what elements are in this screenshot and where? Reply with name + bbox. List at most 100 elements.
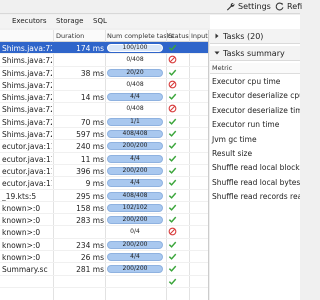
table-row[interactable]: known>:0 158 ms 102/102 <box>0 202 208 215</box>
table-row[interactable]: known>:0 0/4 <box>0 226 208 239</box>
task-progress-bar: 4/4 <box>107 93 163 102</box>
task-progress-bar: 4/4 <box>107 154 163 163</box>
check-icon <box>168 191 182 201</box>
tasks-summary-section-header[interactable]: Tasks summary <box>210 46 300 61</box>
table-row[interactable]: ecutor.java:11 11 ms 4/4 <box>0 153 208 165</box>
task-progress-label: 20/20 <box>126 68 144 76</box>
check-icon <box>168 240 182 250</box>
table-row[interactable]: ecutor.java:11 9 ms 4/4 <box>0 177 208 190</box>
task-progress-label: 200/200 <box>122 216 148 224</box>
task-progress-bar: 200/200 <box>107 166 163 175</box>
table-row[interactable]: Shims.java:72 0/408 <box>0 103 208 116</box>
jobs-table: Duration Num complete tasks Status Input… <box>0 30 209 300</box>
metric-row[interactable]: Executor deserialize cpu ti <box>210 91 300 100</box>
task-progress-bar: 0/408 <box>107 56 163 64</box>
task-progress-bar: 200/200 <box>107 142 163 151</box>
table-row[interactable]: known>:0 283 ms 200/200 <box>0 214 208 227</box>
metric-row[interactable]: Executor deserialize time <box>210 106 300 115</box>
check-icon <box>168 264 182 274</box>
stage-duration: 295 ms <box>76 191 104 201</box>
check-icon <box>168 117 182 127</box>
table-row[interactable] <box>0 276 208 288</box>
metric-row[interactable]: Shuffle read local blocks f <box>210 163 300 172</box>
task-progress-label: 0/408 <box>126 105 144 113</box>
metric-row[interactable]: Jvm gc time <box>210 135 300 144</box>
metric-row[interactable]: Shuffle read records read <box>210 192 300 201</box>
no-entry-icon <box>168 104 182 114</box>
table-row[interactable]: Summary.sc 281 ms 200/200 <box>0 263 208 276</box>
refresh-button[interactable]: Refi <box>275 2 302 11</box>
stage-name: Shims.java:72 <box>2 80 52 90</box>
check-icon <box>168 154 182 164</box>
task-progress-bar: 408/408 <box>107 191 163 200</box>
no-entry-icon <box>168 227 182 237</box>
check-icon <box>168 92 182 102</box>
no-entry-icon <box>168 55 182 65</box>
stage-duration: 158 ms <box>76 203 104 213</box>
task-progress-bar: 0/4 <box>107 228 163 236</box>
stage-name: known>:0 <box>2 203 41 213</box>
stage-name: _19.kts:5 <box>2 191 37 201</box>
check-icon <box>168 277 182 287</box>
task-progress-label: 408/408 <box>122 191 148 199</box>
task-progress-bar: 102/102 <box>107 203 163 212</box>
table-row[interactable]: Shims.java:72 14 ms 4/4 <box>0 91 208 104</box>
task-progress-label: 1/1 <box>130 117 140 125</box>
metric-column-header[interactable]: Metric <box>210 63 300 74</box>
chevron-down-icon <box>214 49 220 58</box>
table-row[interactable]: Shims.java:72 597 ms 408/408 <box>0 128 208 141</box>
column-header-status[interactable]: Status <box>168 32 189 40</box>
check-icon <box>168 178 182 188</box>
table-row[interactable]: Shims.java:72 0/408 <box>0 54 208 67</box>
table-row[interactable]: ecutor.java:11 396 ms 200/200 <box>0 165 208 178</box>
tab-storage[interactable]: Storage <box>56 17 83 25</box>
table-row[interactable]: known>:0 234 ms 200/200 <box>0 239 208 252</box>
metric-row[interactable]: Shuffle read local bytes re <box>210 178 300 187</box>
wrench-icon <box>226 2 235 11</box>
task-progress-label: 100/100 <box>122 44 148 51</box>
stage-name: Shims.java:72 <box>2 117 52 127</box>
task-progress-label: 4/4 <box>130 93 140 101</box>
check-icon <box>168 43 182 53</box>
check-icon <box>168 215 182 225</box>
tasks-section-header[interactable]: Tasks (20) <box>210 29 300 44</box>
stage-name: known>:0 <box>2 240 41 250</box>
task-progress-label: 4/4 <box>130 154 140 162</box>
table-body: Shims.java:72 174 ms 100/100 Shims.java:72 0… <box>0 42 208 288</box>
table-row[interactable]: known>:0 26 ms 4/4 <box>0 251 208 264</box>
stage-duration: 396 ms <box>76 166 104 176</box>
table-row[interactable]: ecutor.java:11 240 ms 200/200 <box>0 140 208 153</box>
toolbar: Settings Refi <box>0 0 302 14</box>
metric-row[interactable]: Executor cpu time <box>210 77 300 86</box>
table-row[interactable]: Shims.java:72 70 ms 1/1 <box>0 116 208 129</box>
tasks-section-title: Tasks (20) <box>223 31 264 41</box>
metric-row[interactable]: Result size <box>210 149 300 158</box>
refresh-icon <box>275 2 284 11</box>
stage-duration: 26 ms <box>80 253 104 263</box>
table-row[interactable]: Shims.java:72 0/408 <box>0 79 208 92</box>
tab-executors[interactable]: Executors <box>12 17 47 25</box>
column-header-duration[interactable]: Duration <box>56 32 84 40</box>
table-row[interactable]: _19.kts:5 295 ms 408/408 <box>0 190 208 202</box>
task-progress-label: 4/4 <box>130 253 140 261</box>
table-row[interactable]: Shims.java:72 174 ms 100/100 <box>0 42 208 55</box>
check-icon <box>168 129 182 139</box>
column-header-input[interactable]: Input <box>191 32 208 40</box>
check-icon <box>168 68 182 78</box>
task-progress-label: 0/408 <box>126 80 144 88</box>
check-icon <box>168 141 182 151</box>
tab-bar: Executors Storage SQL <box>0 15 210 28</box>
no-entry-icon <box>168 80 182 90</box>
tab-sql[interactable]: SQL <box>93 17 107 25</box>
table-row[interactable]: Shims.java:72 38 ms 20/20 <box>0 67 208 79</box>
metric-row[interactable]: Executor run time <box>210 120 300 129</box>
check-icon <box>168 252 182 262</box>
stage-duration: 597 ms <box>76 130 104 140</box>
stage-duration: 234 ms <box>76 240 104 250</box>
task-progress-label: 200/200 <box>122 240 148 248</box>
column-header-num-complete-tasks[interactable]: Num complete tasks <box>107 32 174 40</box>
stage-duration: 38 ms <box>80 68 104 78</box>
settings-button[interactable]: Settings <box>226 2 271 11</box>
task-progress-bar: 200/200 <box>107 265 163 274</box>
task-progress-bar: 4/4 <box>107 253 163 262</box>
